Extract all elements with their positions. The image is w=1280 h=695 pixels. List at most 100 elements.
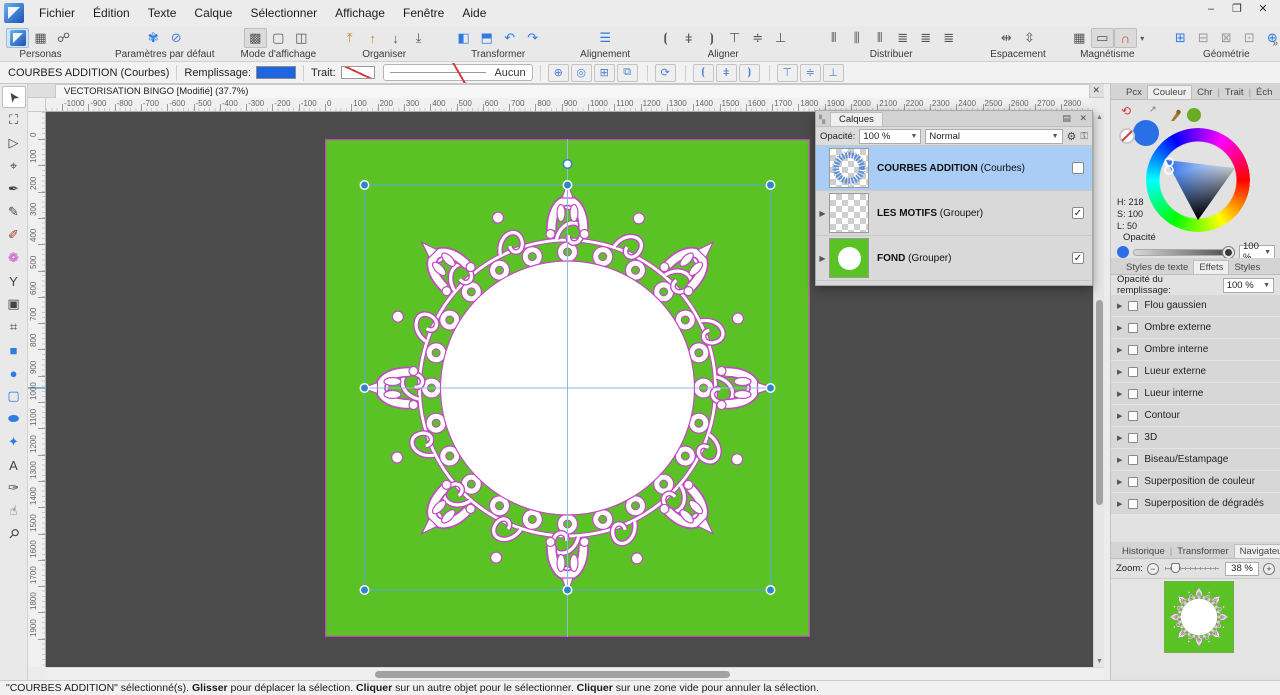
move-backward-icon[interactable]: ↓ bbox=[384, 28, 407, 48]
layer-row-courbes-addition[interactable]: COURBES ADDITION (Courbes) bbox=[816, 146, 1092, 191]
effects-tab-styles-de-texte[interactable]: Styles de texte bbox=[1121, 261, 1193, 274]
effect-expand-icon[interactable]: ▶ bbox=[1117, 412, 1122, 420]
rotation-handle[interactable] bbox=[562, 159, 573, 169]
align-bottom-icon[interactable]: ⊥ bbox=[769, 28, 792, 48]
effect-expand-icon[interactable]: ▶ bbox=[1117, 478, 1122, 486]
reset-colors-icon[interactable]: ↗ bbox=[1149, 104, 1157, 115]
align-top-icon[interactable]: ⊤ bbox=[723, 28, 746, 48]
menu-affichage[interactable]: Affichage bbox=[326, 2, 394, 24]
align-right-icon[interactable]: ⦘ bbox=[700, 28, 723, 48]
horizontal-scroll-thumb[interactable] bbox=[375, 671, 730, 678]
saturation-triangle[interactable] bbox=[1146, 128, 1250, 232]
zoom-slider[interactable] bbox=[1164, 563, 1220, 573]
sync-defaults-icon[interactable]: ✾ bbox=[142, 28, 165, 48]
boolean-xor-icon[interactable]: ⊡ bbox=[1238, 28, 1261, 48]
selection-handle[interactable] bbox=[765, 383, 776, 393]
vertical-scroll-thumb[interactable] bbox=[1096, 300, 1103, 505]
secondary-color-swatch[interactable] bbox=[1187, 108, 1201, 122]
flip-horizontal-icon[interactable]: ◧ bbox=[452, 28, 475, 48]
navigator-tab-historique[interactable]: Historique bbox=[1117, 545, 1170, 558]
layer-row-fond[interactable]: ▶ FOND (Grouper) ✓ bbox=[816, 236, 1092, 281]
menu-fenêtre[interactable]: Fenêtre bbox=[394, 2, 453, 24]
ctx-align-left-icon[interactable]: ⦗ bbox=[692, 63, 714, 82]
restore-button[interactable]: ❐ bbox=[1224, 0, 1250, 20]
color-tab-trait[interactable]: Trait bbox=[1220, 86, 1249, 99]
fill-color-swatch[interactable] bbox=[256, 66, 297, 79]
panel-close-icon[interactable]: ✕ bbox=[1079, 113, 1087, 123]
align-middle-icon[interactable]: ≑ bbox=[746, 28, 769, 48]
move-to-front-icon[interactable]: ⤒ bbox=[338, 28, 361, 48]
effects-tab-styles[interactable]: Styles bbox=[1229, 261, 1265, 274]
effect-row-superposition-de-couleur[interactable]: ▶ Superposition de couleur bbox=[1111, 471, 1280, 493]
crop-tool[interactable]: ⌗ bbox=[2, 316, 26, 338]
navigator-thumbnail[interactable] bbox=[1164, 581, 1234, 653]
transform-objects-separately-icon[interactable]: ⧉ bbox=[616, 63, 638, 82]
toolbar-overflow-icon[interactable]: » bbox=[1272, 38, 1278, 49]
stroke-color-well[interactable] bbox=[1119, 128, 1135, 144]
align-left-icon[interactable]: ⦗ bbox=[654, 28, 677, 48]
ctx-align-middle-icon[interactable]: ≑ bbox=[799, 63, 821, 82]
effect-checkbox[interactable] bbox=[1128, 366, 1139, 377]
layer-thumbnail[interactable] bbox=[829, 193, 869, 233]
effect-expand-icon[interactable]: ▶ bbox=[1117, 456, 1122, 464]
revert-defaults-icon[interactable]: ⊘ bbox=[165, 28, 188, 48]
menu-aide[interactable]: Aide bbox=[453, 2, 495, 24]
effect-checkbox[interactable] bbox=[1128, 498, 1139, 509]
ellipse-tool[interactable]: ● bbox=[2, 362, 26, 384]
selection-handle[interactable] bbox=[562, 180, 573, 190]
text-tool[interactable]: A bbox=[2, 454, 26, 476]
layers-lock-icon[interactable]: ⚿ bbox=[1080, 131, 1088, 142]
layers-opacity-select[interactable]: 100 % ▼ bbox=[859, 128, 922, 144]
move-forward-icon[interactable]: ↑ bbox=[361, 28, 384, 48]
boolean-subtract-icon[interactable]: ⊟ bbox=[1192, 28, 1215, 48]
distribute-top-icon[interactable]: ≣ bbox=[891, 28, 914, 48]
menu-fichier[interactable]: Fichier bbox=[30, 2, 84, 24]
zoom-tool[interactable]: ⚲ bbox=[2, 523, 26, 545]
effect-expand-icon[interactable]: ▶ bbox=[1117, 302, 1122, 310]
boolean-intersect-icon[interactable]: ⊠ bbox=[1215, 28, 1238, 48]
snap-grid-icon[interactable]: ▦ bbox=[1068, 28, 1091, 48]
menu-édition[interactable]: Édition bbox=[84, 2, 139, 24]
color-tab-couleur[interactable]: Couleur bbox=[1146, 85, 1193, 99]
layer-thumbnail[interactable] bbox=[829, 238, 869, 278]
effect-row-3d[interactable]: ▶ 3D bbox=[1111, 427, 1280, 449]
rectangle-tool[interactable]: ■ bbox=[2, 339, 26, 361]
effect-checkbox[interactable] bbox=[1128, 432, 1139, 443]
distribute-right-icon[interactable]: ⫴ bbox=[868, 28, 891, 48]
selection-handle[interactable] bbox=[359, 585, 370, 595]
vertical-scrollbar[interactable]: ▲ ▼ bbox=[1093, 112, 1104, 667]
effect-checkbox[interactable] bbox=[1128, 476, 1139, 487]
vector-brush-tool[interactable]: ✐ bbox=[2, 224, 26, 246]
ctx-align-bottom-icon[interactable]: ⊥ bbox=[822, 63, 844, 82]
view-vector-icon[interactable]: ▢ bbox=[267, 28, 290, 48]
eyedropper-icon[interactable] bbox=[1169, 108, 1183, 122]
effect-checkbox[interactable] bbox=[1128, 388, 1139, 399]
fill-tool[interactable]: ❁ bbox=[2, 247, 26, 269]
effect-row-superposition-de-d-grad-s[interactable]: ▶ Superposition de dégradés bbox=[1111, 493, 1280, 515]
view-tool[interactable]: ☝ bbox=[2, 500, 26, 522]
effect-checkbox[interactable] bbox=[1128, 410, 1139, 421]
ctx-align-right-icon[interactable]: ⦘ bbox=[738, 63, 760, 82]
enable-transform-origin-icon[interactable]: ⟳ bbox=[654, 63, 676, 82]
navigator-tab-transformer[interactable]: Transformer bbox=[1172, 545, 1233, 558]
effect-expand-icon[interactable]: ▶ bbox=[1117, 390, 1122, 398]
effect-row-ombre-interne[interactable]: ▶ Ombre interne bbox=[1111, 339, 1280, 361]
layer-visibility-checkbox[interactable]: ✓ bbox=[1072, 207, 1084, 219]
snapping-magnet-icon[interactable]: ∩ bbox=[1113, 28, 1137, 48]
star-shape-tool[interactable]: ✦ bbox=[2, 431, 26, 453]
ctx-align-center-icon[interactable]: ǂ bbox=[715, 63, 737, 82]
effect-expand-icon[interactable]: ▶ bbox=[1117, 346, 1122, 354]
effect-row-lueur-interne[interactable]: ▶ Lueur interne bbox=[1111, 383, 1280, 405]
snap-candidates-icon[interactable]: ▭ bbox=[1090, 28, 1114, 48]
document-tab[interactable]: VECTORISATION BINGO [Modifié] (37.7%) bbox=[55, 84, 1090, 98]
pen-tool[interactable]: ✒ bbox=[2, 178, 26, 200]
menu-texte[interactable]: Texte bbox=[139, 2, 186, 24]
boolean-add-icon[interactable]: ⊞ bbox=[1169, 28, 1192, 48]
zoom-out-button[interactable]: − bbox=[1146, 562, 1159, 575]
rounded-rectangle-tool[interactable]: ▢ bbox=[2, 385, 26, 407]
opacity-slider-thumb[interactable] bbox=[1223, 246, 1234, 258]
swap-fill-stroke-icon[interactable]: ⟲ bbox=[1121, 104, 1131, 118]
zoom-in-button[interactable]: + bbox=[1263, 562, 1275, 575]
effect-checkbox[interactable] bbox=[1128, 322, 1139, 333]
view-split-icon[interactable]: ◫ bbox=[290, 28, 313, 48]
